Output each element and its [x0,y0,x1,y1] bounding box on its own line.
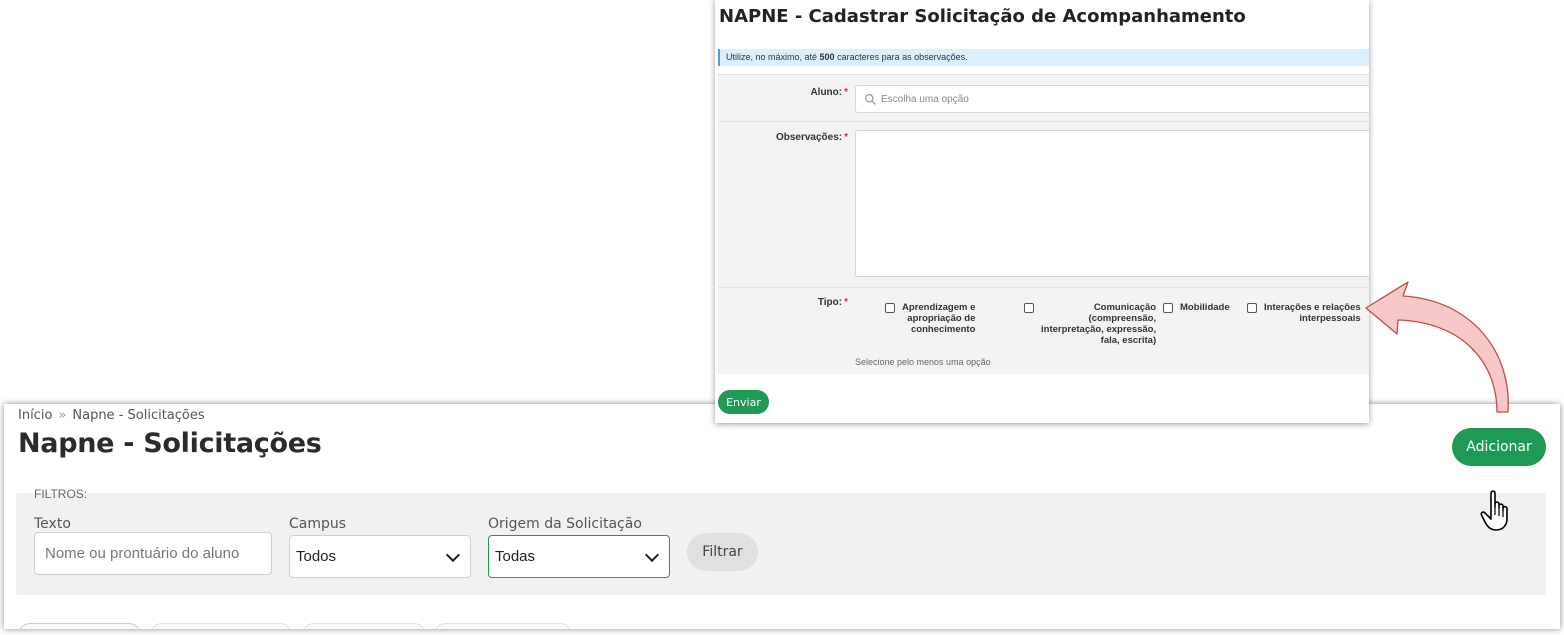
form-fields: Aluno: * Escolha uma opção Observações: * … [718,74,1369,374]
tab[interactable] [434,623,572,629]
aluno-placeholder: Escolha uma opção [881,93,969,105]
aluno-select[interactable]: Escolha uma opção [855,85,1369,113]
submit-button[interactable]: Enviar [718,390,769,414]
checkbox-icon[interactable] [1247,303,1257,313]
breadcrumb: Início » Napne - Solicitações [18,408,205,423]
tipo-option-mobilidade[interactable]: Mobilidade [1163,302,1230,313]
campus-label: Campus [289,516,347,532]
search-icon [865,93,876,105]
texto-label: Texto [34,516,71,532]
info-text-limit: 500 [819,52,835,62]
texto-input[interactable] [34,532,272,575]
filters-panel: FILTROS: Texto Campus Todos Origem da So… [16,487,1546,595]
required-mark: * [844,87,848,98]
add-button[interactable]: Adicionar [1452,428,1546,466]
campus-select[interactable]: Todos [289,535,471,578]
chevron-down-icon [644,547,660,562]
cadastrar-solicitacao-form: NAPNE - Cadastrar Solicitação de Acompan… [715,0,1369,423]
tipo-option-label: Comunicação (compreensão, interpretação,… [1041,302,1157,346]
observacoes-label: Observações: * [775,132,848,143]
info-message: Utilize, no máximo, até 500 caracteres p… [718,49,1369,66]
breadcrumb-separator: » [58,408,67,423]
campus-selected-value: Todos [296,548,337,565]
origem-selected-value: Todas [495,548,536,565]
tipo-option-label: Aprendizagem e apropriação de conhecimen… [902,302,976,335]
napne-solicitacoes-page: Início » Napne - Solicitações Napne - Soli… [4,404,1560,629]
observacoes-textarea[interactable] [855,130,1369,277]
filters-heading: FILTROS: [34,487,88,501]
tipo-option-label: Interações e relações interpessoais [1264,302,1361,324]
aluno-label: Aluno: * [810,87,848,98]
origem-select[interactable]: Todas [488,535,670,578]
tipo-label: Tipo: * [817,297,848,308]
checkbox-icon[interactable] [1163,303,1173,313]
row-divider [718,121,1369,122]
tab[interactable] [302,623,426,629]
breadcrumb-current: Napne - Solicitações [72,408,205,423]
tipo-option-label: Mobilidade [1180,302,1230,313]
form-title: NAPNE - Cadastrar Solicitação de Acompan… [719,6,1246,27]
required-mark: * [844,297,848,308]
breadcrumb-home[interactable]: Início [18,408,52,423]
tipo-option-aprendizagem[interactable]: Aprendizagem e apropriação de conhecimen… [885,302,975,335]
hand-pointer-icon [1480,490,1508,531]
tipo-helper-text: Selecione pelo menos uma opção [855,357,991,367]
row-divider [718,287,1369,288]
checkbox-icon[interactable] [885,303,895,313]
filter-button[interactable]: Filtrar [687,533,758,571]
origem-label: Origem da Solicitação [488,516,642,532]
tab[interactable] [18,623,141,629]
required-mark: * [844,132,848,143]
tipo-option-interacoes[interactable]: Interações e relações interpessoais [1247,302,1361,324]
info-text-prefix: Utilize, no máximo, até [726,52,820,62]
info-text-suffix: caracteres para as observações. [834,52,968,62]
page-title: Napne - Solicitações [18,428,322,459]
tipo-option-comunicacao[interactable]: Comunicação (compreensão, interpretação,… [986,302,1156,346]
tab[interactable] [150,623,292,629]
chevron-down-icon [445,547,461,562]
